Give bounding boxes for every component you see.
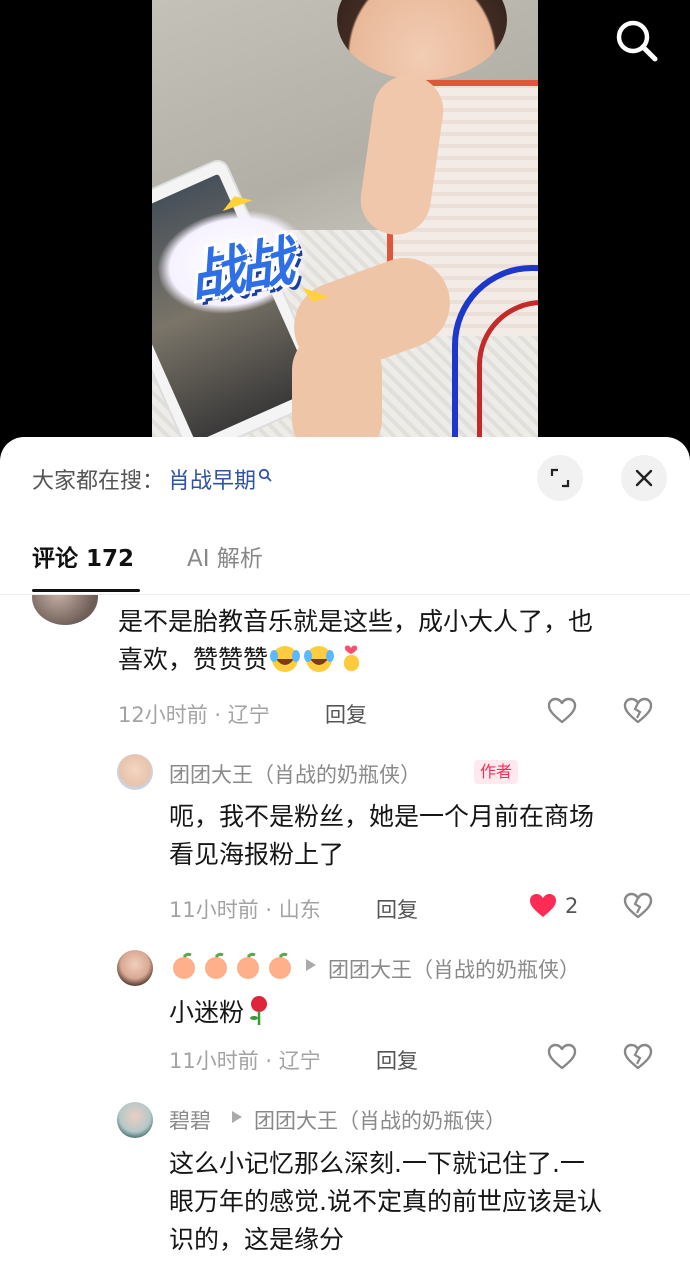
tab-ai-analysis[interactable]: AI 解析 (187, 539, 263, 573)
peach-emojis (169, 951, 295, 981)
like-button[interactable] (527, 890, 559, 926)
search-keyword-link[interactable]: 肖战早期 (168, 463, 256, 495)
search-button[interactable] (612, 16, 662, 66)
heart-outline-icon (547, 1043, 577, 1070)
reply-button[interactable]: 回复 (325, 699, 367, 729)
comment-text: 呃，我不是粉丝，她是一个月前在商场 看见海报粉上了 (169, 802, 595, 869)
username[interactable]: 团团大王（肖战的奶瓶侠） (169, 759, 421, 789)
reply-arrow-icon (306, 959, 316, 971)
heart-filled-icon (530, 894, 556, 917)
comment-time-location: 11小时前 · 辽宁 (169, 1049, 321, 1073)
broken-heart-icon (623, 1043, 653, 1070)
search-small-icon (258, 468, 272, 482)
peach-icon (173, 952, 195, 979)
search-icon (616, 20, 658, 62)
reply-to-username[interactable]: 团团大王（肖战的奶瓶侠） (254, 1105, 506, 1135)
comment-time-location: 11小时前 · 山东 (169, 898, 321, 922)
finger-heart-emoji (336, 642, 366, 685)
comment-time-location: 12小时前 · 辽宁 (118, 703, 270, 727)
sticker-text: 战战 (184, 229, 295, 310)
close-icon (635, 469, 653, 487)
avatar[interactable] (117, 950, 153, 986)
expand-button[interactable] (537, 455, 583, 501)
dislike-button[interactable] (622, 1041, 654, 1077)
dislike-button[interactable] (622, 695, 654, 731)
laughing-crying-emoji (268, 644, 302, 685)
comment-text: 这么小记忆那么深刻.一下就记住了.一 眼万年的感觉.说不定真的前世应该是认 识的… (169, 1149, 602, 1254)
trending-search[interactable]: 大家都在搜： 肖战早期 (32, 459, 272, 499)
broken-heart-icon (623, 892, 653, 919)
tab-comments[interactable]: 评论 172 (32, 539, 134, 573)
username[interactable]: 碧碧 (169, 1105, 211, 1135)
reply-to-username[interactable]: 团团大王（肖战的奶瓶侠） (328, 954, 580, 984)
search-prefix: 大家都在搜： (32, 469, 165, 494)
avatar[interactable] (117, 754, 153, 790)
peach-icon (205, 952, 227, 979)
like-count: 2 (565, 894, 579, 918)
reply-arrow-icon (232, 1111, 242, 1123)
like-button[interactable] (546, 1041, 578, 1077)
heart-outline-icon (547, 697, 577, 724)
avatar[interactable] (117, 1102, 153, 1138)
dislike-button[interactable] (622, 890, 654, 926)
broken-heart-icon (623, 697, 653, 724)
comment-list: 是不是胎教音乐就是这些，成小大人了，也 喜欢，赞赞赞 12小时前 · 辽宁 回复… (0, 595, 690, 1275)
peach-icon (269, 952, 291, 979)
expand-icon (550, 468, 570, 488)
comment-text: 小迷粉 (169, 993, 274, 1038)
like-button[interactable] (546, 695, 578, 731)
comment-text: 是不是胎教音乐就是这些，成小大人了，也 喜欢，赞赞赞 (118, 603, 593, 685)
video-player[interactable]: 战战 (0, 0, 690, 460)
avatar[interactable] (32, 595, 98, 625)
laughing-crying-emoji (302, 644, 336, 685)
rose-emoji (244, 993, 274, 1038)
peach-icon (237, 952, 259, 979)
comment-tabs: 评论 172 AI 解析 (0, 529, 690, 595)
close-button[interactable] (621, 455, 667, 501)
reply-button[interactable]: 回复 (376, 1045, 418, 1075)
reply-button[interactable]: 回复 (376, 894, 418, 924)
active-tab-indicator (32, 589, 140, 592)
author-badge: 作者 (474, 760, 519, 784)
comment-sheet: 大家都在搜： 肖战早期 评论 172 AI 解析 是不是胎教音乐就是这些，成小大… (0, 437, 690, 1275)
